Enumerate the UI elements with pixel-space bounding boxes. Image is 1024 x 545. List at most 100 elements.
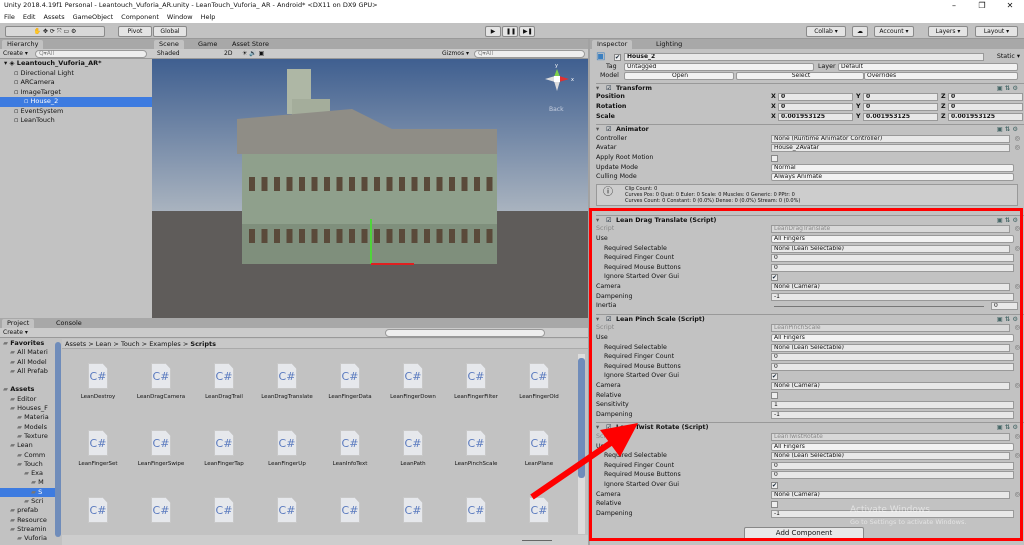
project-tree-item[interactable]: ▰ Streamin [0,525,57,534]
hierarchy-search[interactable]: Q▾All [35,50,147,58]
project-tree-item[interactable]: ▰ Favorites [0,339,57,348]
z-field[interactable]: 0.001953125 [948,112,1023,121]
global-button[interactable]: Global [153,26,187,37]
breadcrumb-item[interactable]: Scripts [190,340,216,348]
script-asset[interactable]: C# LeanFingerSet [68,430,128,467]
property-checkbox[interactable] [771,154,778,162]
menu-assets[interactable]: Assets [43,11,64,23]
restore-button[interactable]: ❐ [968,0,996,11]
tab-inspector[interactable]: Inspector [592,40,633,49]
property-value[interactable]: Normal [771,163,1014,172]
gizmos-dropdown[interactable]: Gizmos ▾ [442,49,469,59]
script-asset[interactable]: C# [68,497,128,523]
project-tree-item[interactable]: ▰ Editor [0,395,57,404]
collab-button[interactable]: Collab ▾ [806,26,846,37]
project-search[interactable] [385,329,545,337]
cloud-icon[interactable]: ☁ [852,26,868,37]
property-value[interactable]: House_2Avatar [771,144,1010,153]
project-tree-item[interactable]: ▰ Texture [0,432,57,441]
pivot-button[interactable]: Pivot [118,26,152,37]
object-picker-icon[interactable]: ◎ [1015,134,1021,144]
project-tree-item[interactable]: ▰ S [0,487,57,498]
project-tree-item[interactable]: ▰ Exa [0,469,57,478]
project-tree-item[interactable]: ▰ Materia [0,413,57,422]
object-name-field[interactable]: House_2 [624,53,984,61]
script-asset[interactable]: C# [320,497,380,523]
active-checkbox[interactable]: ✔ [614,53,621,61]
menu-edit[interactable]: Edit [23,11,36,23]
tag-dropdown[interactable]: Untagged [624,62,814,71]
script-asset[interactable]: C# LeanInfoText [320,430,380,467]
script-asset[interactable]: C# LeanDestroy [68,363,128,400]
transform-header[interactable]: ▾ ☑ Transform ▣ ⇅ ⚙ [596,82,1024,93]
tab-project[interactable]: Project [2,319,35,328]
tab-scene[interactable]: Scene [154,40,184,49]
tab-game[interactable]: Game [193,40,222,49]
project-tree-item[interactable]: ▰ Scri [0,497,57,506]
tab-console[interactable]: Console [51,319,87,328]
tab-hierarchy[interactable]: Hierarchy [2,40,44,49]
hierarchy-item[interactable]: ▫ ImageTarget [0,88,152,98]
project-tree-item[interactable]: ▰ All Materi [0,348,57,357]
z-field[interactable]: 0 [948,93,1023,102]
scene-search[interactable]: Q▾All [474,50,585,58]
menu-file[interactable]: File [4,11,15,23]
tab-asset-store[interactable]: Asset Store [227,40,274,49]
2d-toggle[interactable]: 2D [224,49,232,59]
script-asset[interactable]: C# LeanPinchScale [446,430,506,467]
script-asset[interactable]: C# LeanFingerSwipe [131,430,191,467]
project-tree-item[interactable]: ▰ All Prefab [0,367,57,376]
tree-scrollbar[interactable] [55,342,61,537]
scene-root[interactable]: ▾ ◈ Leantouch_Vuforia_AR* [0,59,152,69]
minimize-button[interactable]: – [940,0,968,11]
layer-dropdown[interactable]: Default [838,62,1018,71]
lighting-toggle-icon[interactable]: ☀ 🔊 ▣ [242,49,264,59]
icon-size-slider[interactable] [522,540,552,541]
transform-tools[interactable]: ✋ ✥ ⟳ ⤧ ▭ ⚙ [5,26,105,37]
step-button[interactable]: ▶❚ [519,26,535,37]
script-asset[interactable]: C# LeanFingerFilter [446,363,506,400]
y-field[interactable]: 0.001953125 [863,112,938,121]
script-asset[interactable]: C# LeanDragTranslate [257,363,317,400]
static-toggle[interactable]: Static ▾ [997,52,1020,62]
project-tree-item[interactable]: ▰ Touch [0,460,57,469]
project-tree-item[interactable]: ▰ Resource [0,516,57,525]
hierarchy-item[interactable]: ▫ LeanTouch [0,116,152,126]
create-button[interactable]: Create ▾ [3,49,28,59]
script-asset[interactable]: C# LeanPath [383,430,443,467]
open-button[interactable]: Open [624,72,734,81]
script-asset[interactable]: C# LeanFingerUp [257,430,317,467]
hierarchy-item[interactable]: ▫ EventSystem [0,107,152,117]
script-asset[interactable]: C# LeanDragTrail [194,363,254,400]
project-tree-item[interactable]: ▰ M [0,478,57,487]
account-button[interactable]: Account ▾ [874,26,914,37]
close-button[interactable]: ✕ [996,0,1024,11]
script-asset[interactable]: C# LeanFingerTap [194,430,254,467]
script-asset[interactable]: C# [383,497,443,523]
animator-header[interactable]: ▾ ☑ Animator ▣ ⇅ ⚙ [596,124,1024,134]
property-value[interactable]: None (Runtime Animator Controller) [771,134,1010,143]
y-field[interactable]: 0 [863,93,938,102]
project-tree-item[interactable]: ▰ Assets [0,385,57,394]
script-asset[interactable]: C# [131,497,191,523]
script-asset[interactable]: C# LeanFingerOld [509,363,569,400]
breadcrumb-item[interactable]: Lean [96,340,112,348]
menu-gameobject[interactable]: GameObject [73,11,114,23]
script-asset[interactable]: C# [257,497,317,523]
y-field[interactable]: 0 [863,103,938,111]
project-tree-item[interactable]: ▰ Houses_F [0,404,57,413]
project-create-button[interactable]: Create ▾ [3,328,28,338]
project-tree-item[interactable]: ▰ Vuforia [0,534,57,543]
hierarchy-item[interactable]: ▫ House_2 [0,97,152,107]
project-tree-item[interactable]: ▰ Models [0,423,57,432]
script-asset[interactable]: C# LeanFingerData [320,363,380,400]
shading-dropdown[interactable]: Shaded [157,49,180,59]
play-button[interactable]: ▶ [485,26,501,37]
z-field[interactable]: 0 [948,103,1023,111]
object-picker-icon[interactable]: ◎ [1015,143,1021,153]
hierarchy-item[interactable]: ▫ Directional Light [0,69,152,79]
project-tree-item[interactable] [0,376,57,385]
overrides-dropdown[interactable]: Overrides [864,72,1018,81]
project-tree-item[interactable]: ▰ Comm [0,451,57,460]
script-asset[interactable]: C# [194,497,254,523]
